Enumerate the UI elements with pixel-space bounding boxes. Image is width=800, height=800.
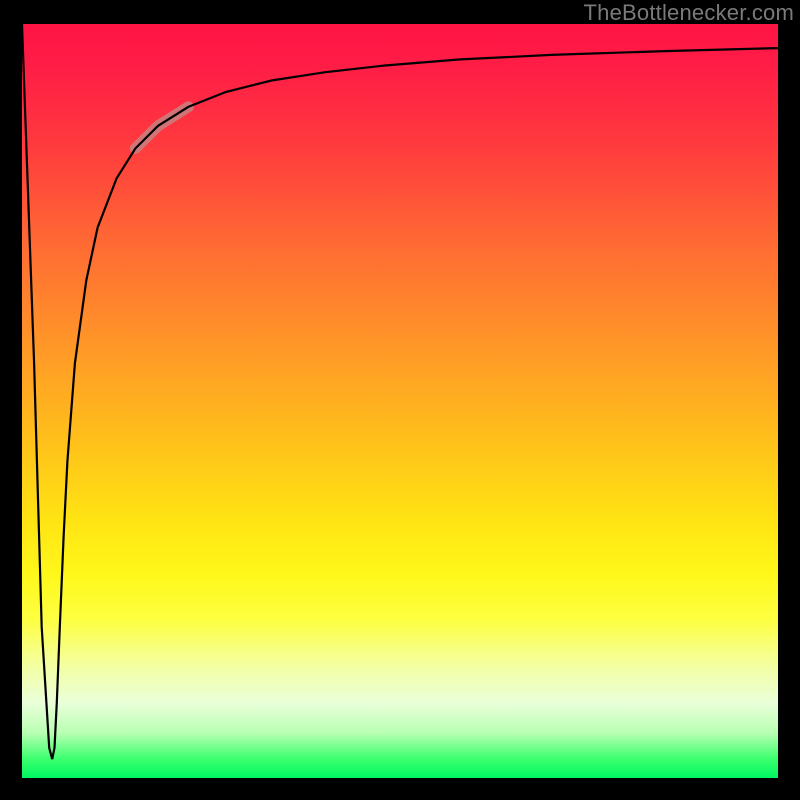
chart-frame	[22, 24, 778, 778]
bottleneck-curve	[22, 24, 778, 759]
attribution-text: TheBottlenecker.com	[584, 0, 794, 26]
chart-svg	[22, 24, 778, 778]
